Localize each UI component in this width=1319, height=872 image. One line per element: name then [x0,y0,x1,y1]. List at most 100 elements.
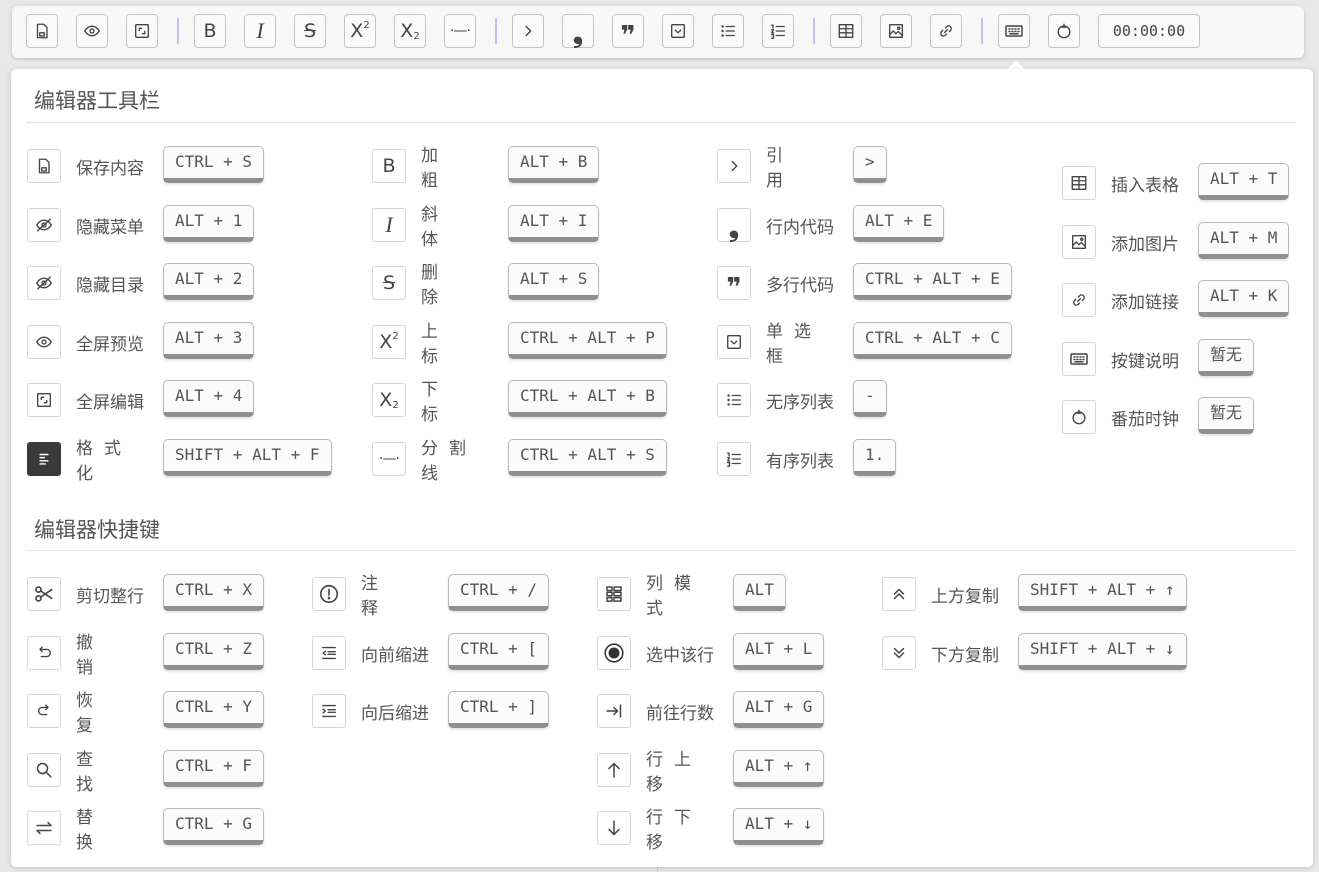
shortcut-label: 有序列表 [766,451,834,472]
superscript-icon: X2 [372,325,406,359]
table-icon [837,22,855,40]
pomodoro-clock-icon [1055,22,1073,40]
shortcut-key: CTRL + ALT + C [853,322,1012,359]
divider [26,122,1296,123]
toolbar-superscript-button[interactable]: X2 [344,14,376,48]
toolbar-save-button[interactable] [26,14,58,48]
shortcut-key: ALT [733,574,786,611]
italic-icon: I [256,18,264,43]
toolbar-unordered-list-button[interactable] [712,14,744,48]
shortcut-key: > [853,146,887,183]
quote-icon [717,149,751,183]
shortcut-key: CTRL + S [163,146,265,183]
shortcut-label: 隐藏目录 [76,275,144,296]
toolbar-pomodoro-clock-button[interactable] [1048,14,1080,48]
toolbar-link-button[interactable] [930,14,962,48]
shortcut-label: 按键说明 [1111,351,1179,372]
toolbar-section-title: 编辑器工具栏 [34,89,160,113]
shortcut-key: SHIFT + ALT + ↓ [1018,633,1187,670]
toolbar-ordered-list-button[interactable] [762,14,794,48]
copy-down-icon [882,636,916,670]
replace-icon [27,811,61,845]
toolbar-code-block-button[interactable]: ❞ [612,14,644,51]
arrow-up-icon [597,753,631,787]
search-icon [27,753,61,787]
toolbar-bold-button[interactable]: B [194,14,226,48]
shortcut-label: 单选框 [766,322,822,367]
toolbar-table-button[interactable] [830,14,862,48]
toolbar-italic-button[interactable]: I [244,14,276,48]
code-block-icon: ❞ [620,21,636,51]
shortcut-key: CTRL + Y [163,691,265,728]
shortcut-key: CTRL + G [163,808,265,845]
shortcut-key: CTRL + ALT + P [508,322,667,359]
bold-icon: B [372,149,406,183]
shortcut-label: 无序列表 [766,392,834,413]
toolbar-separator [495,18,497,44]
code-block-icon: ❞ [717,266,751,301]
shortcut-label: 注释 [361,574,417,619]
strikethrough-icon: S [372,266,406,300]
table-icon [1062,166,1096,200]
shortcut-key: ALT + 1 [163,205,255,242]
pomodoro-clock-icon [1062,400,1096,434]
pomodoro-timer[interactable]: 00:00:00 [1098,14,1200,48]
shortcut-label: 加粗 [421,146,477,191]
shortcut-help-panel: 编辑器工具栏 编辑器快捷键 保存内容 CTRL + S 隐藏菜单 ALT + 1 隐藏目… [11,69,1313,867]
shortcut-label: 下标 [421,380,477,425]
divider [26,550,1296,551]
shortcut-label: 选中该行 [646,645,714,666]
shortcut-label: 添加链接 [1111,292,1179,313]
toolbar-eye-button[interactable] [76,14,108,48]
toolbar-separator [981,18,983,44]
redo-icon [27,694,61,728]
ordered-list-icon [769,22,787,40]
toolbar-strikethrough-button[interactable]: S [294,14,326,48]
checkbox-icon [717,325,751,359]
shortcut-key: 1. [853,439,897,476]
shortcut-key: ALT + ↓ [733,808,825,845]
shortcut-key: ALT + 4 [163,380,255,417]
select-line-icon [597,636,631,670]
shortcut-key: CTRL + F [163,750,265,787]
toolbar-checkbox-button[interactable] [662,14,694,48]
shortcut-label: 行内代码 [766,217,834,238]
shortcut-label: 格式化 [76,439,132,484]
format-icon [27,442,61,476]
unordered-list-icon [717,383,751,417]
outdent-icon [312,636,346,670]
toolbar-image-button[interactable] [880,14,912,48]
toolbar-subscript-button[interactable]: X2 [394,14,426,48]
strikethrough-icon: S [303,20,317,42]
toolbar-fullscreen-button[interactable] [126,14,158,48]
shortcut-key: CTRL + Z [163,633,265,670]
shortcut-key: SHIFT + ALT + ↑ [1018,574,1187,611]
keyboard-icon [1004,21,1024,41]
shortcut-label: 替换 [76,808,132,853]
goto-line-icon [597,694,631,728]
shortcut-key: ALT + 3 [163,322,255,359]
unordered-list-icon [719,22,737,40]
toolbar-inline-code-button[interactable]: ❟ [562,14,594,48]
superscript-icon: X2 [350,20,370,42]
link-icon [937,22,955,40]
shortcut-key: 暂无 [1198,397,1255,434]
toolbar-divider-button[interactable]: ·—· [444,14,476,48]
shortcut-key: SHIFT + ALT + F [163,439,332,476]
shortcut-label: 斜体 [421,205,477,250]
link-icon [1062,283,1096,317]
column-mode-icon [597,577,631,611]
shortcut-label: 列模式 [646,574,702,619]
eye-off-icon [27,208,61,242]
undo-icon [27,636,61,670]
shortcut-key: ALT + S [508,263,600,300]
shortcut-label: 删除 [421,263,477,308]
shortcut-label: 隐藏菜单 [76,217,144,238]
shortcut-label: 向后缩进 [361,703,429,724]
toolbar-quote-button[interactable] [512,14,544,48]
toolbar-separator [177,18,179,44]
save-icon [27,149,61,183]
toolbar-keyboard-button[interactable] [998,14,1030,48]
eye-off-icon [27,266,61,300]
shortcut-key: ALT + K [1198,280,1290,317]
